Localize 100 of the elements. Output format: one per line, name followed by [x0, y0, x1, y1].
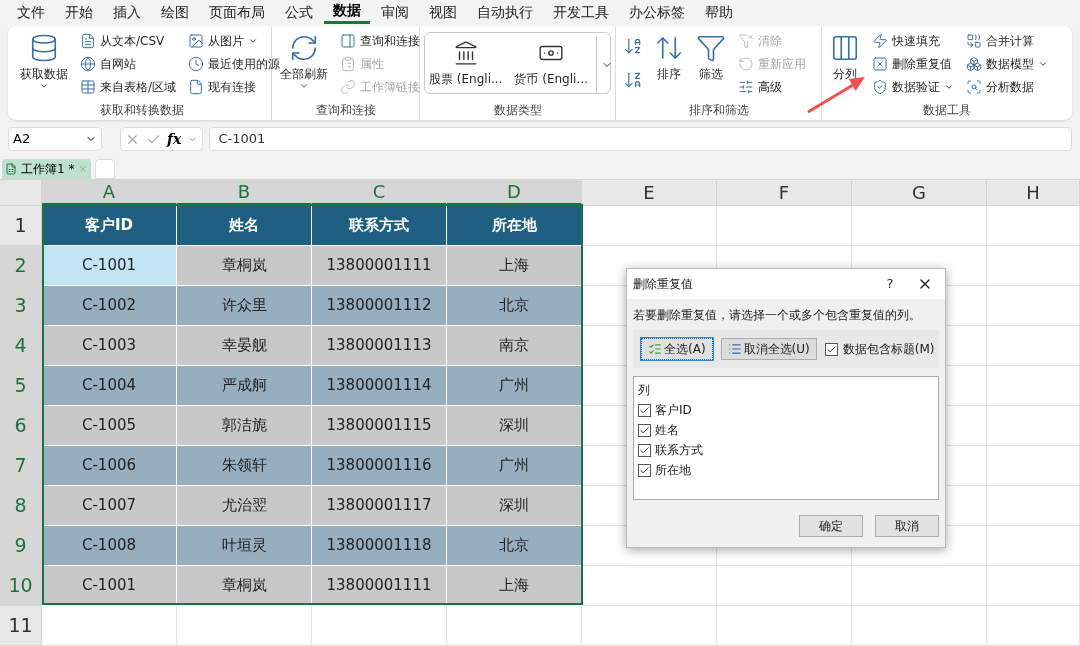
unselect-all-button[interactable]: 取消全选(U) — [720, 338, 817, 360]
caret-icon — [299, 81, 309, 91]
menu-tab[interactable]: 页面布局 — [200, 0, 274, 24]
properties-icon — [340, 55, 356, 72]
menu-tab[interactable]: 文件 — [8, 0, 54, 24]
clock-icon — [188, 55, 205, 72]
ok-button[interactable]: 确定 — [799, 515, 863, 537]
menu-tab[interactable]: 办公标签 — [620, 0, 694, 24]
checkbox[interactable] — [824, 342, 838, 356]
group-label: 获取和转换数据 — [98, 102, 185, 119]
table-cell: 上海 — [447, 246, 582, 286]
checkbox[interactable] — [638, 423, 651, 437]
menu-tab[interactable]: 视图 — [420, 0, 466, 24]
menu-tab[interactable]: 帮助 — [696, 0, 742, 24]
checkbox[interactable] — [638, 443, 651, 457]
checkbox[interactable] — [638, 463, 651, 477]
table-header-cell: 姓名 — [177, 206, 312, 246]
check-icon — [639, 444, 650, 456]
menu-tab[interactable]: 审阅 — [372, 0, 418, 24]
row-header[interactable]: 1 — [0, 206, 42, 246]
row-header[interactable]: 4 — [0, 326, 42, 366]
ribbon-button[interactable]: 排序 — [650, 29, 688, 99]
group-label: 查询和连接 — [314, 102, 377, 119]
row-header[interactable]: 8 — [0, 486, 42, 526]
table-cell: 13800001111 — [312, 246, 447, 286]
ribbon-button[interactable]: 删除重复值 — [868, 52, 958, 75]
row-header[interactable]: 11 — [0, 606, 42, 646]
menu-tab[interactable]: 公式 — [276, 0, 322, 24]
ribbon-button[interactable]: 数据验证 — [868, 75, 958, 98]
column-header[interactable]: E — [582, 180, 717, 205]
menu-tab[interactable]: 开发工具 — [544, 0, 618, 24]
image-icon — [188, 32, 205, 49]
ribbon-button[interactable]: 高级 — [734, 75, 810, 98]
excel-file-icon — [5, 163, 17, 175]
help-button[interactable]: ? — [875, 274, 905, 294]
table-cell: 北京 — [447, 286, 582, 326]
column-header[interactable]: B — [177, 180, 312, 205]
row-header[interactable]: 2 — [0, 246, 42, 286]
menu-tab[interactable]: 自动执行 — [468, 0, 542, 24]
table-cell: 郭洁旎 — [177, 406, 312, 446]
sort-descending-icon — [623, 70, 643, 90]
table-cell: 广州 — [447, 366, 582, 406]
refresh-icon — [289, 33, 319, 63]
ribbon-button[interactable]: 快速填充 — [868, 29, 958, 52]
workbook-tab[interactable]: 工作簿1 * — [2, 159, 92, 179]
menu-tab[interactable]: 插入 — [104, 0, 150, 24]
row-header[interactable]: 10 — [0, 566, 42, 606]
row-header[interactable]: 6 — [0, 406, 42, 446]
table-header-cell: 所在地 — [447, 206, 582, 246]
ribbon-button[interactable]: 查询和连接 — [336, 29, 424, 52]
sort-ascending-icon — [623, 36, 643, 56]
select-all-button[interactable]: 全选(A) — [641, 338, 713, 360]
table-cell: 13800001114 — [312, 366, 447, 406]
table-cell: 13800001115 — [312, 406, 447, 446]
column-header[interactable]: A — [42, 180, 177, 205]
ribbon-button[interactable]: 获取数据 — [16, 29, 72, 99]
table-header-cell: 客户ID — [42, 206, 177, 246]
menu-tab[interactable]: 开始 — [56, 0, 102, 24]
insert-function-button[interactable]: fx — [167, 128, 182, 150]
column-header[interactable]: H — [987, 180, 1080, 205]
table-icon — [80, 78, 96, 95]
table-cell: 13800001112 — [312, 286, 447, 326]
ribbon-button[interactable]: 来自表格/区域 — [76, 75, 181, 98]
formula-field[interactable]: C-1001 — [209, 127, 1072, 151]
table-cell: 上海 — [447, 566, 582, 606]
reapply-icon — [738, 55, 754, 72]
flash-fill-icon — [872, 32, 888, 49]
ribbon-button[interactable]: 自网站 — [76, 52, 181, 75]
column-header[interactable]: G — [852, 180, 987, 205]
data-type-button[interactable]: 股票 (Engli... — [425, 36, 507, 92]
table-cell: C-1001 — [42, 246, 177, 286]
ribbon-button[interactable]: 数据模型 — [962, 52, 1052, 75]
row-header[interactable]: 9 — [0, 526, 42, 566]
column-header[interactable]: D — [447, 180, 582, 205]
checkbox-label: 数据包含标题(M) — [842, 341, 935, 358]
database-icon — [29, 33, 59, 63]
checkbox[interactable] — [638, 403, 651, 417]
caret-icon — [39, 81, 49, 91]
table-cell: C-1003 — [42, 326, 177, 366]
table-cell: C-1008 — [42, 526, 177, 566]
name-box[interactable]: A2 — [8, 127, 102, 151]
row-header[interactable]: 7 — [0, 446, 42, 486]
row-header[interactable]: 3 — [0, 286, 42, 326]
ribbon-button[interactable]: 从图片 — [184, 29, 285, 52]
ribbon-button[interactable]: 分析数据 — [962, 75, 1052, 98]
table-cell: C-1006 — [42, 446, 177, 486]
ribbon-button[interactable]: 筛选 — [692, 29, 730, 99]
column-header[interactable]: F — [717, 180, 852, 205]
column-header[interactable]: C — [312, 180, 447, 205]
menu-tab[interactable]: 绘图 — [152, 0, 198, 24]
ribbon-button[interactable]: 分列 — [826, 29, 864, 99]
ribbon-button[interactable]: 合并计算 — [962, 29, 1052, 52]
file-icon — [188, 78, 205, 95]
table-cell: 13800001111 — [312, 566, 447, 606]
row-header[interactable]: 5 — [0, 366, 42, 406]
ribbon-button[interactable]: 从文本/CSV — [76, 29, 181, 52]
table-cell: 尤治翌 — [177, 486, 312, 526]
data-type-button[interactable]: 货币 (Engli... — [510, 36, 592, 92]
checkbox-label: 姓名 — [655, 422, 679, 439]
cancel-button[interactable]: 取消 — [875, 515, 939, 537]
